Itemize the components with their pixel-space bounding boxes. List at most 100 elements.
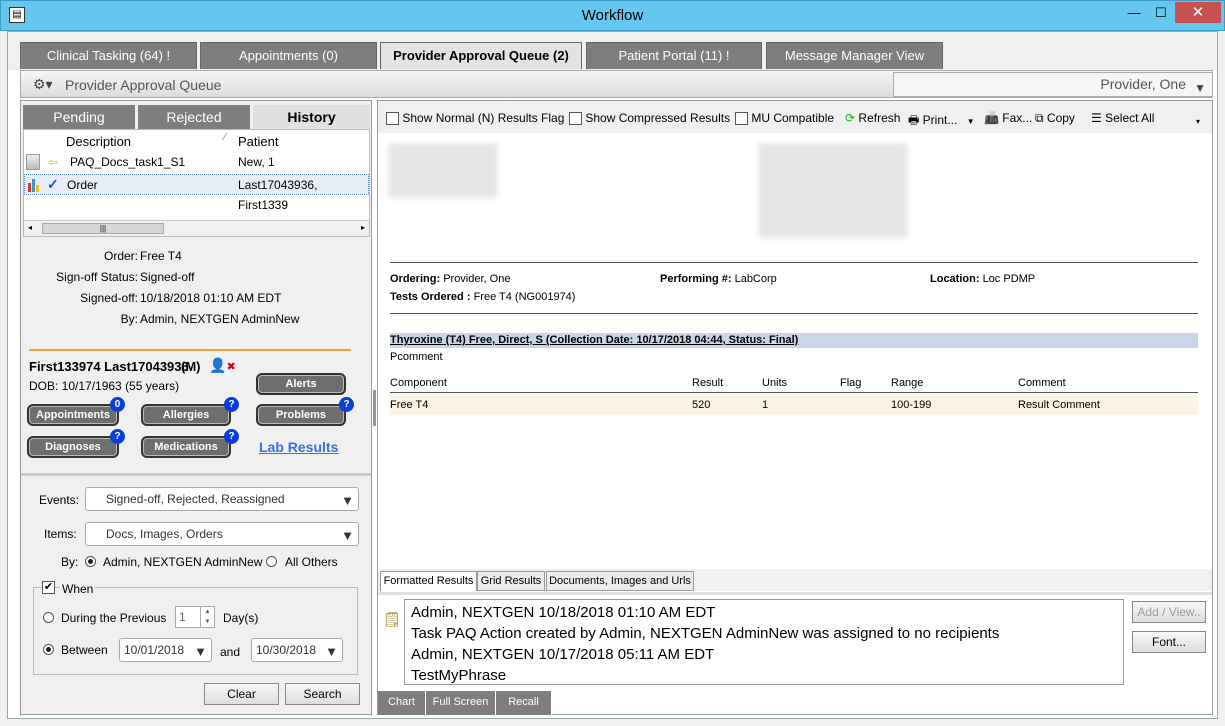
tab-appointments[interactable]: Appointments (0) [200, 42, 377, 69]
problems-button[interactable]: Problems [256, 404, 346, 426]
toolbar-overflow-icon[interactable]: ▾ [1196, 117, 1200, 126]
fax-button[interactable]: 📠 Fax... [984, 111, 1032, 125]
column-patient[interactable]: Patient [238, 134, 278, 149]
horizontal-scrollbar[interactable]: ◂ ||| ▸ [24, 220, 369, 236]
results-toolbar: Show Normal (N) Results Flag Show Compre… [378, 101, 1212, 133]
clear-button[interactable]: Clear [204, 683, 279, 705]
show-normal-option[interactable]: Show Normal (N) Results Flag [386, 111, 564, 126]
full-screen-button[interactable]: Full Screen [426, 691, 496, 715]
show-compressed-option[interactable]: Show Compressed Results [569, 111, 730, 126]
tab-rejected[interactable]: Rejected [138, 105, 250, 129]
notepad-icon[interactable]: 🗒 [383, 611, 401, 628]
print-button[interactable]: 🖶 Print... ▼ [908, 111, 975, 132]
signed-off-value: 10/18/2018 01:10 AM EDT [140, 291, 282, 305]
select-all-button[interactable]: ☰ Select All [1091, 111, 1154, 125]
table-row[interactable]: ✓ Order Last17043936, First1339 [24, 174, 369, 212]
copy-button[interactable]: ⧉ Copy [1035, 111, 1075, 126]
tab-pending[interactable]: Pending [23, 105, 135, 129]
show-compressed-checkbox[interactable] [569, 112, 582, 126]
cell-range: 100-199 [891, 399, 932, 411]
alerts-button[interactable]: Alerts [256, 373, 346, 395]
splitter[interactable] [378, 592, 1212, 595]
sort-icon: ∕ [224, 132, 226, 143]
close-button[interactable]: ✕ [1175, 2, 1221, 23]
search-button[interactable]: Search [285, 683, 360, 705]
tab-patient-portal[interactable]: Patient Portal (11) ! [586, 42, 762, 69]
results-view-tabs: Formatted Results Grid Results Documents… [378, 569, 1212, 591]
tab-clinical-tasking[interactable]: Clinical Tasking (64) ! [20, 42, 197, 69]
tab-grid-results[interactable]: Grid Results [477, 571, 545, 591]
table-row[interactable]: ⇦ PAQ_Docs_task1_S1 New, 1 [24, 152, 369, 173]
column-component: Component [390, 377, 447, 389]
by-filter-label: By: [61, 555, 79, 569]
column-range: Range [891, 377, 924, 389]
allergies-button[interactable]: Allergies [141, 404, 231, 426]
provider-select[interactable]: Provider, One ▼ [893, 72, 1213, 97]
when-checkbox[interactable]: ✔ [42, 581, 55, 594]
tab-message-manager[interactable]: Message Manager View [766, 42, 943, 69]
mu-compatible-checkbox[interactable] [735, 112, 748, 126]
column-description[interactable]: Description [66, 134, 131, 149]
items-label: Items: [44, 527, 77, 541]
refresh-button[interactable]: ⟳ Refresh [845, 111, 900, 125]
medications-button[interactable]: Medications [141, 436, 231, 458]
patient-sex: (M) [181, 359, 201, 374]
scroll-right-icon[interactable]: ▸ [361, 223, 365, 232]
mu-compatible-option[interactable]: MU Compatible [735, 111, 834, 126]
recall-button[interactable]: Recall [496, 691, 552, 715]
tab-documents-images-urls[interactable]: Documents, Images and Urls [546, 571, 694, 591]
notes-box[interactable]: Admin, NEXTGEN 10/18/2018 01:10 AM EDT T… [404, 599, 1124, 685]
chevron-down-icon: ▼ [341, 493, 354, 508]
tab-provider-approval-queue[interactable]: Provider Approval Queue (2) [380, 42, 582, 69]
allergies-badge: ? [224, 397, 239, 412]
from-date-picker[interactable]: 10/01/2018 ▼ [119, 638, 212, 662]
scroll-thumb[interactable]: ||| [42, 223, 164, 234]
pane-splitter[interactable] [373, 390, 376, 426]
splitter[interactable] [21, 473, 371, 476]
patient-summary: First133974 Last17043936 (M) 👤✖ DOB: 10/… [23, 353, 370, 471]
document-icon [26, 154, 40, 170]
to-date-picker[interactable]: 10/30/2018 ▼ [251, 638, 343, 662]
during-radio[interactable] [43, 612, 54, 623]
note-line: TestMyPhrase [411, 667, 507, 684]
show-normal-checkbox[interactable] [386, 112, 399, 126]
diagnoses-button[interactable]: Diagnoses [27, 436, 119, 458]
by-others-radio[interactable] [266, 556, 277, 567]
scroll-left-icon[interactable]: ◂ [28, 223, 32, 232]
tab-formatted-results[interactable]: Formatted Results [380, 571, 477, 591]
patient-remove-icon[interactable]: 👤✖ [209, 357, 236, 374]
days-spinner[interactable]: 1 ▲ ▼ [175, 606, 215, 628]
tab-history[interactable]: History [253, 105, 370, 129]
by-self-radio[interactable] [85, 556, 96, 567]
chevron-down-icon[interactable]: ▼ [967, 117, 975, 126]
font-button[interactable]: Font... [1132, 631, 1206, 653]
gear-icon[interactable]: ⚙▾ [33, 76, 53, 93]
window-title: Workflow [581, 7, 644, 24]
provider-value: Provider, One [1100, 76, 1186, 92]
appointments-button[interactable]: Appointments [27, 404, 119, 426]
performing-value: LabCorp [734, 273, 777, 285]
events-label: Events: [39, 493, 80, 507]
cell-component: Free T4 [390, 399, 429, 411]
pcomment: Pcomment [390, 351, 443, 363]
between-radio[interactable] [43, 644, 54, 655]
spinner-arrows-icon[interactable]: ▲ ▼ [200, 607, 214, 627]
filter-panel: Events: Signed-off, Rejected, Reassigned… [23, 479, 370, 714]
days-label: Day(s) [223, 611, 259, 625]
signoff-status-value: Signed-off [140, 270, 195, 284]
tests-value: Free T4 (NG001974) [473, 291, 576, 303]
lab-results-link[interactable]: Lab Results [259, 439, 338, 455]
row-patient: Last17043936, First1339 [238, 178, 318, 212]
events-dropdown[interactable]: Signed-off, Rejected, Reassigned ▼ [85, 487, 359, 511]
add-view-button[interactable]: Add / View.. [1132, 601, 1206, 623]
checkmark-icon: ✓ [47, 176, 59, 192]
and-label: and [220, 645, 241, 659]
to-date-value: 10/30/2018 [256, 643, 317, 657]
chart-button[interactable]: Chart [378, 691, 426, 715]
column-result: Result [692, 377, 724, 389]
maximize-button[interactable]: ☐ [1148, 2, 1174, 23]
history-grid: Description ∕ Patient ⇦ PAQ_Docs_task1_S… [23, 129, 370, 237]
note-line: Task PAQ Action created by Admin, NEXTGE… [411, 625, 1000, 642]
items-dropdown[interactable]: Docs, Images, Orders ▼ [85, 522, 359, 546]
minimize-button[interactable]: — [1121, 2, 1147, 23]
